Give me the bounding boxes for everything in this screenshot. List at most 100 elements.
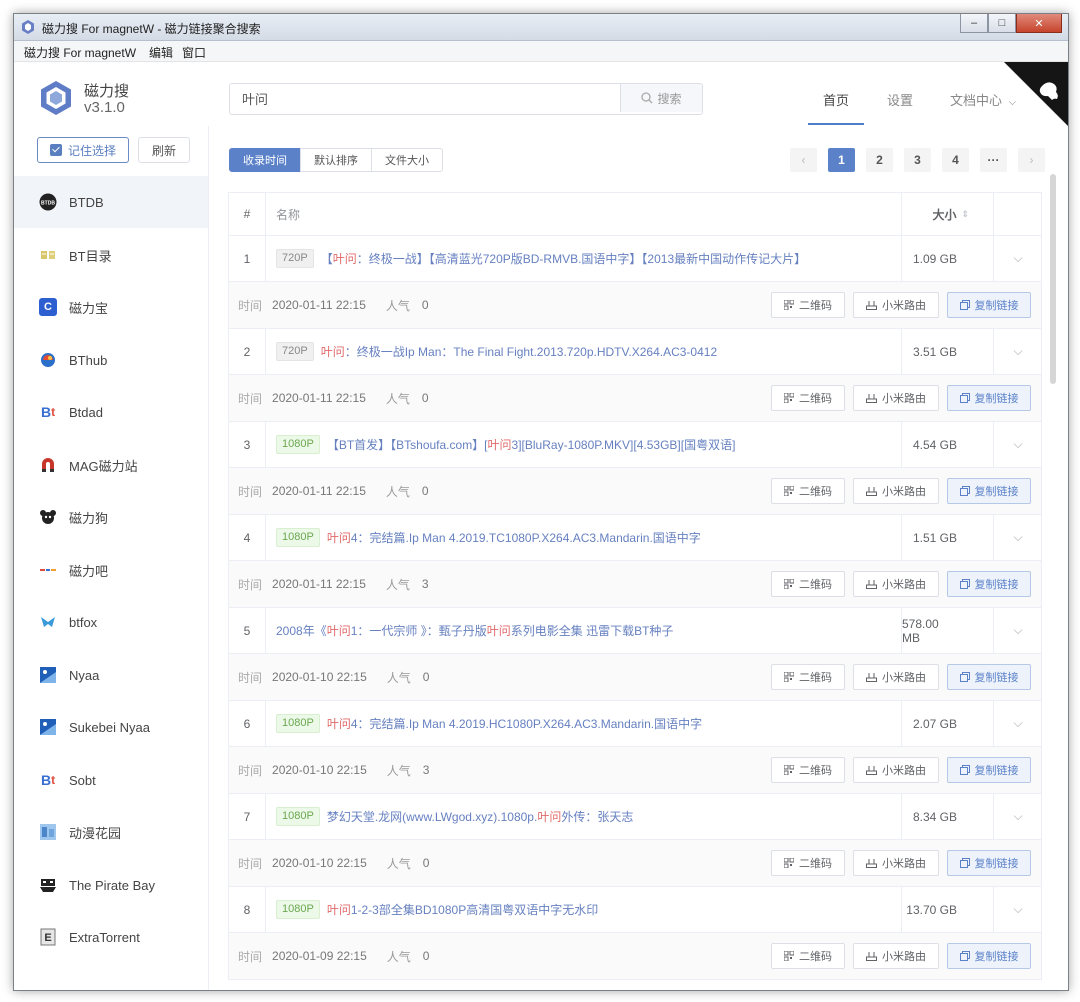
xiaomi-router-button[interactable]: 小米路由 — [853, 943, 939, 969]
sidebar-item-label: btfox — [69, 614, 98, 630]
qr-code-button[interactable]: 二维码 — [771, 292, 845, 318]
row-name[interactable]: 1080P 梦幻天堂.龙网(www.LWgod.xyz).1080p. 叶问 外传：张… — [276, 794, 633, 839]
copy-link-button[interactable]: 复制链接 — [947, 757, 1031, 783]
prev-page-button[interactable]: ‹ — [790, 148, 817, 172]
popularity-label: 人气 — [386, 670, 411, 685]
table-row[interactable]: 7 1080P 梦幻天堂.龙网(www.LWgod.xyz).1080p. 叶问 外传… — [229, 794, 1041, 840]
qr-code-button[interactable]: 二维码 — [771, 850, 845, 876]
fox-icon — [39, 613, 57, 631]
qr-code-button[interactable]: 二维码 — [771, 385, 845, 411]
row-index: 2 — [229, 329, 266, 374]
github-corner-icon[interactable] — [1004, 62, 1068, 126]
row-name[interactable]: 1080P 叶问 4：完结篇.Ip Man 4.2019.HC1080P.X264.… — [276, 701, 702, 746]
sidebar-item-cilibao[interactable]: C 磁力宝 — [14, 281, 208, 333]
page-2-button[interactable]: 2 — [866, 148, 893, 172]
expand-toggle[interactable]: ⌵ — [993, 515, 1042, 560]
expand-toggle[interactable]: ⌵ — [993, 701, 1042, 746]
sort-default-button[interactable]: 默认排序 — [300, 148, 372, 172]
table-row[interactable]: 6 1080P 叶问 4：完结篇.Ip Man 4.2019.HC1080P.X26… — [229, 701, 1041, 747]
expand-toggle[interactable]: ⌵ — [993, 608, 1042, 653]
search-button[interactable]: 搜索 — [620, 84, 702, 112]
qr-code-button[interactable]: 二维码 — [771, 664, 845, 690]
nav-settings[interactable]: 设置 — [887, 90, 913, 109]
copy-icon — [959, 858, 970, 868]
next-page-button[interactable]: › — [1018, 148, 1045, 172]
sidebar-item-dmhy[interactable]: 动漫花园 — [14, 806, 208, 858]
xiaomi-router-button[interactable]: 小米路由 — [853, 478, 939, 504]
sidebar-item-btfox[interactable]: btfox — [14, 596, 208, 648]
expand-toggle[interactable]: ⌵ — [993, 887, 1042, 932]
menu-edit[interactable]: 编辑 — [149, 44, 173, 61]
remember-selection-button[interactable]: 记住选择 — [37, 137, 129, 163]
sidebar-item-cili8[interactable]: 磁力吧 — [14, 544, 208, 596]
xiaomi-router-button[interactable]: 小米路由 — [853, 757, 939, 783]
table-row[interactable]: 5 2008年《 叶问 1：一代宗师 》：甄子丹版 叶问 系列电影全集 迅雷下载BT种… — [229, 608, 1041, 654]
row-name[interactable]: 1080P 叶问 4：完结篇.Ip Man 4.2019.TC1080P.X264.… — [276, 515, 701, 560]
magnet-icon — [39, 456, 57, 474]
sidebar-item-btdb[interactable]: BTDB BTDB — [14, 176, 208, 228]
row-name[interactable]: 1080P 【BT首发】【BTshoufa.com】[叶问 3][BluRay-10… — [276, 422, 735, 467]
qr-code-button[interactable]: 二维码 — [771, 571, 845, 597]
qr-code-button[interactable]: 二维码 — [771, 757, 845, 783]
copy-link-button[interactable]: 复制链接 — [947, 292, 1031, 318]
sidebar-item-sukebei[interactable]: Sukebei Nyaa — [14, 701, 208, 753]
copy-link-button[interactable]: 复制链接 — [947, 385, 1031, 411]
sidebar-item-piratebay[interactable]: The Pirate Bay — [14, 859, 208, 911]
close-button[interactable]: ✕ — [1016, 14, 1062, 33]
copy-link-button[interactable]: 复制链接 — [947, 478, 1031, 504]
menu-window[interactable]: 窗口 — [182, 44, 206, 61]
copy-link-button[interactable]: 复制链接 — [947, 664, 1031, 690]
row-name[interactable]: 2008年《 叶问 1：一代宗师 》：甄子丹版 叶问 系列电影全集 迅雷下载BT种子 — [276, 608, 673, 653]
row-popularity: 0 — [421, 391, 429, 405]
maximize-button[interactable]: □ — [988, 14, 1016, 33]
xiaomi-router-button[interactable]: 小米路由 — [853, 571, 939, 597]
table-row[interactable]: 4 1080P 叶问 4：完结篇.Ip Man 4.2019.TC1080P.X26… — [229, 515, 1041, 561]
scrollbar[interactable] — [1050, 174, 1056, 384]
expand-toggle[interactable]: ⌵ — [993, 329, 1042, 374]
qr-code-button[interactable]: 二维码 — [771, 478, 845, 504]
page-4-button[interactable]: 4 — [942, 148, 969, 172]
row-name[interactable]: 1080P 叶问 1-2-3部全集BD1080P高清国粤双语中字无水印 — [276, 887, 598, 932]
copy-link-button[interactable]: 复制链接 — [947, 571, 1031, 597]
refresh-button[interactable]: 刷新 — [138, 137, 190, 163]
table-row[interactable]: 2 720P 叶问 ：终极一战Ip Man：The Final Fight.2013… — [229, 329, 1041, 375]
copy-icon — [959, 579, 970, 589]
row-name[interactable]: 720P 叶问 ：终极一战Ip Man：The Final Fight.2013.7… — [276, 329, 717, 374]
copy-link-button[interactable]: 复制链接 — [947, 943, 1031, 969]
expand-toggle[interactable]: ⌵ — [993, 794, 1042, 839]
sidebar-item-extratorrent[interactable]: E ExtraTorrent — [14, 911, 208, 963]
sidebar-item-bt-catalog[interactable]: BT目录 — [14, 229, 208, 281]
qr-code-button[interactable]: 二维码 — [771, 943, 845, 969]
page-3-button[interactable]: 3 — [904, 148, 931, 172]
xiaomi-router-button[interactable]: 小米路由 — [853, 385, 939, 411]
sidebar-item-btdad[interactable]: Bt Btdad — [14, 386, 208, 438]
expand-toggle[interactable]: ⌵ — [993, 422, 1042, 467]
sort-by-time-button[interactable]: 收录时间 — [229, 148, 301, 172]
search-input[interactable] — [230, 84, 644, 112]
sidebar-item-bthub[interactable]: BThub — [14, 334, 208, 386]
minimize-button[interactable]: – — [960, 14, 988, 33]
xiaomi-router-button[interactable]: 小米路由 — [853, 292, 939, 318]
row-name[interactable]: 720P 【叶问 ：终极一战】【高清蓝光720P版BD-RMVB.国语中字】【201… — [276, 236, 806, 281]
more-pages-button[interactable]: ··· — [980, 148, 1007, 172]
menu-app[interactable]: 磁力搜 For magnetW — [24, 44, 136, 61]
table-row[interactable]: 1 720P 【叶问 ：终极一战】【高清蓝光720P版BD-RMVB.国语中字】【2… — [229, 236, 1041, 282]
sort-by-size-button[interactable]: 文件大小 — [371, 148, 443, 172]
nav-home[interactable]: 首页 — [823, 90, 849, 109]
sidebar-item-cilidog[interactable]: 磁力狗 — [14, 491, 208, 543]
copy-link-button[interactable]: 复制链接 — [947, 850, 1031, 876]
qr-code-icon — [784, 393, 794, 403]
sidebar-item-mag[interactable]: MAG磁力站 — [14, 439, 208, 491]
table-row[interactable]: 3 1080P 【BT首发】【BTshoufa.com】[叶问 3][BluRay-… — [229, 422, 1041, 468]
title-bar[interactable]: 磁力搜 For magnetW - 磁力链接聚合搜索 – □ ✕ — [14, 14, 1068, 41]
sidebar-item-nyaa[interactable]: Nyaa — [14, 649, 208, 701]
sidebar-item-sobt[interactable]: Bt Sobt — [14, 754, 208, 806]
xiaomi-router-button[interactable]: 小米路由 — [853, 664, 939, 690]
resolution-badge: 1080P — [276, 435, 320, 454]
xiaomi-router-button[interactable]: 小米路由 — [853, 850, 939, 876]
expand-toggle[interactable]: ⌵ — [993, 236, 1042, 281]
header-size[interactable]: 大小 ⇕ — [901, 193, 993, 235]
chevron-left-icon: ‹ — [801, 153, 806, 167]
table-row[interactable]: 8 1080P 叶问 1-2-3部全集BD1080P高清国粤双语中字无水印 13.7… — [229, 887, 1041, 933]
page-1-button[interactable]: 1 — [828, 148, 855, 172]
